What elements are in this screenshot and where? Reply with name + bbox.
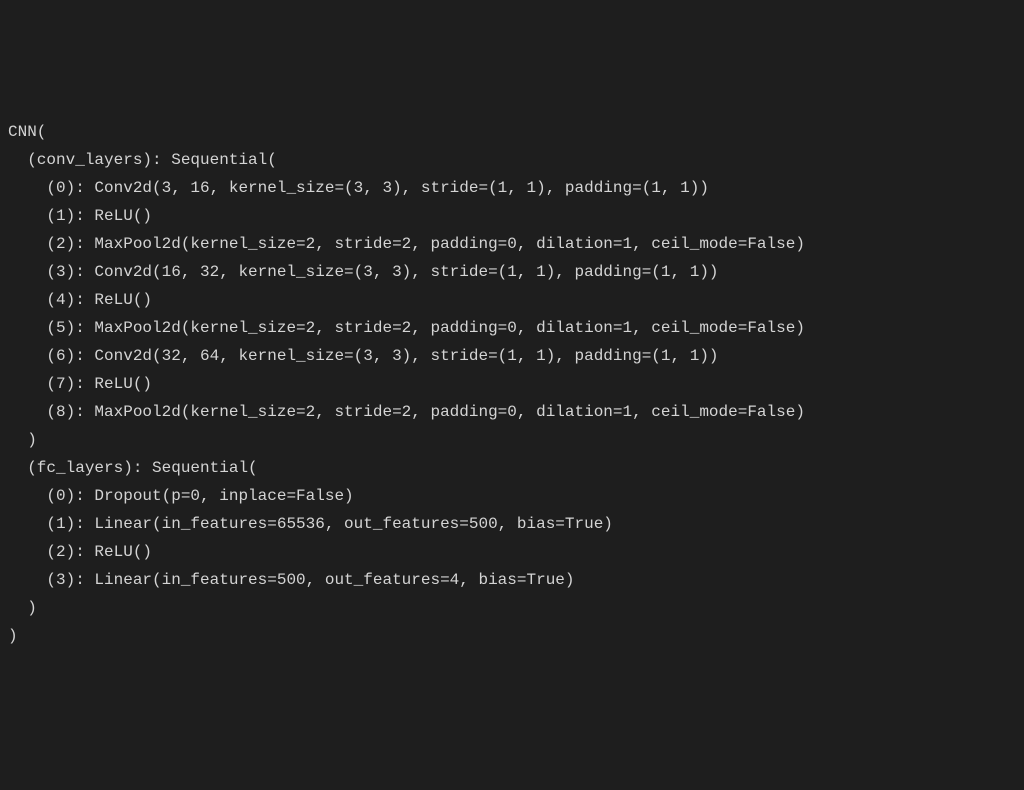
code-line: )	[8, 622, 1016, 650]
code-line: (1): Linear(in_features=65536, out_featu…	[8, 510, 1016, 538]
code-line: (2): MaxPool2d(kernel_size=2, stride=2, …	[8, 230, 1016, 258]
code-line: (fc_layers): Sequential(	[8, 454, 1016, 482]
code-line: )	[8, 426, 1016, 454]
code-line: (4): ReLU()	[8, 286, 1016, 314]
code-line: (7): ReLU()	[8, 370, 1016, 398]
code-output-block: CNN((conv_layers): Sequential((0): Conv2…	[8, 118, 1016, 650]
code-line: CNN(	[8, 118, 1016, 146]
code-line: (8): MaxPool2d(kernel_size=2, stride=2, …	[8, 398, 1016, 426]
code-line: (conv_layers): Sequential(	[8, 146, 1016, 174]
code-line: (0): Dropout(p=0, inplace=False)	[8, 482, 1016, 510]
code-line: (1): ReLU()	[8, 202, 1016, 230]
code-line: (5): MaxPool2d(kernel_size=2, stride=2, …	[8, 314, 1016, 342]
code-line: (3): Linear(in_features=500, out_feature…	[8, 566, 1016, 594]
code-line: (2): ReLU()	[8, 538, 1016, 566]
code-line: (6): Conv2d(32, 64, kernel_size=(3, 3), …	[8, 342, 1016, 370]
code-line: (0): Conv2d(3, 16, kernel_size=(3, 3), s…	[8, 174, 1016, 202]
code-line: (3): Conv2d(16, 32, kernel_size=(3, 3), …	[8, 258, 1016, 286]
code-line: )	[8, 594, 1016, 622]
